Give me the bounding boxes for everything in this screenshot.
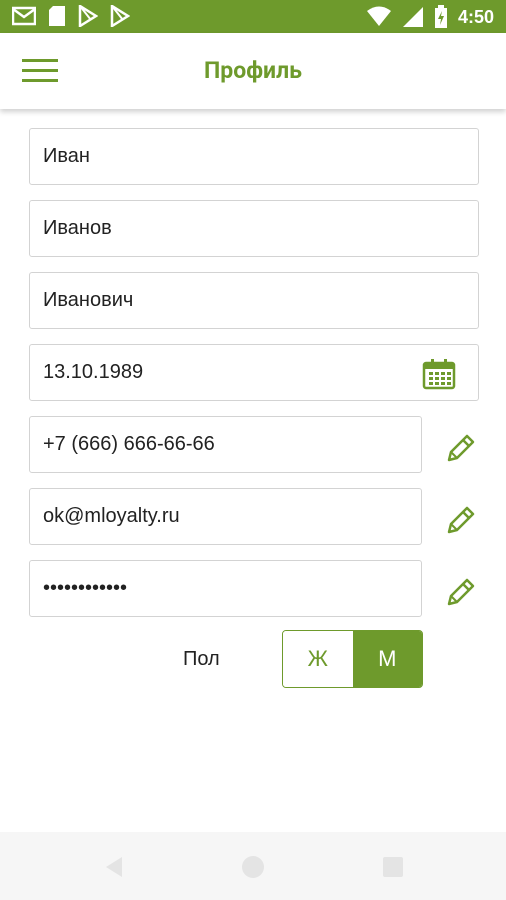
middle-name-input[interactable]	[30, 273, 478, 328]
play-store-icon	[110, 5, 130, 27]
last-name-input[interactable]	[30, 201, 478, 256]
middle-name-field[interactable]	[29, 272, 479, 329]
password-field[interactable]	[29, 560, 422, 617]
wifi-icon	[366, 6, 391, 26]
recents-icon[interactable]	[378, 852, 408, 882]
phone-input[interactable]	[30, 417, 421, 472]
password-input[interactable]	[30, 561, 421, 616]
cellular-signal-icon	[402, 7, 423, 27]
sd-card-icon	[49, 6, 65, 26]
edit-password-pencil-icon[interactable]	[445, 576, 477, 608]
battery-charging-icon	[434, 5, 447, 28]
edit-email-pencil-icon[interactable]	[445, 504, 477, 536]
notification-icons	[12, 5, 130, 27]
first-name-field[interactable]	[29, 128, 479, 185]
clock: 4:50	[457, 6, 494, 27]
birth-date-input[interactable]	[30, 345, 478, 400]
email-field[interactable]	[29, 488, 422, 545]
phone-field[interactable]	[29, 416, 422, 473]
gender-toggle: Ж М	[282, 630, 423, 688]
edit-phone-pencil-icon[interactable]	[445, 432, 477, 464]
page-title: Профиль	[204, 57, 302, 84]
gender-female-option[interactable]: Ж	[283, 631, 353, 687]
gender-male-option[interactable]: М	[352, 631, 422, 687]
first-name-input[interactable]	[30, 129, 478, 184]
back-icon[interactable]	[100, 852, 130, 882]
calendar-icon[interactable]	[422, 358, 456, 390]
play-store-icon	[78, 5, 98, 27]
home-icon[interactable]	[238, 852, 268, 882]
gender-label: Пол	[183, 648, 220, 670]
system-icons: 4:50	[366, 5, 494, 29]
last-name-field[interactable]	[29, 200, 479, 257]
status-bar: 4:50	[0, 0, 506, 33]
birth-date-field[interactable]	[29, 344, 479, 401]
system-navigation-bar	[0, 832, 506, 900]
app-bar: Профиль	[0, 33, 506, 109]
gmail-icon	[12, 6, 36, 26]
email-input[interactable]	[30, 489, 421, 544]
